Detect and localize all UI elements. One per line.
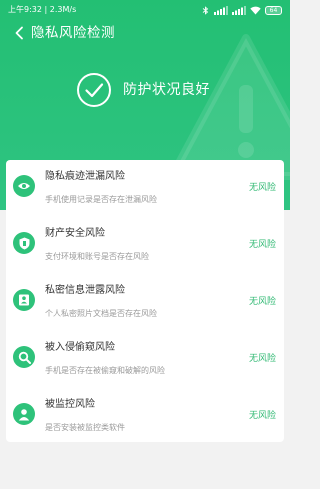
risk-item-property-safety[interactable]: 财产安全风险 支付环境和账号是否存在风险 无风险 — [6, 217, 284, 273]
check-circle-icon — [77, 73, 111, 107]
status-time-speed: 上午9:32 | 2.3M/s — [8, 5, 77, 14]
risk-status: 无风险 — [248, 240, 276, 250]
risk-status: 无风险 — [248, 411, 276, 421]
risk-item-intrusion[interactable]: 被入侵偷窥风险 手机是否存在被偷窥和破解的风险 无风险 — [6, 331, 284, 387]
risk-description: 支付环境和账号是否存在风险 — [45, 252, 149, 261]
title-bar: 隐私风险检测 — [0, 20, 290, 46]
signal-icon — [232, 5, 246, 15]
risk-title: 被监控风险 — [45, 399, 95, 410]
wifi-icon — [250, 6, 261, 14]
risk-title: 财产安全风险 — [45, 228, 105, 239]
page-title: 隐私风险检测 — [31, 25, 115, 41]
risk-description: 手机是否存在被偷窥和破解的风险 — [45, 366, 165, 375]
protection-status: 防护状况良好 — [0, 70, 290, 114]
bluetooth-icon — [202, 5, 209, 15]
chevron-left-icon — [15, 26, 23, 40]
status-bar: 上午9:32 | 2.3M/s 64 — [0, 0, 290, 20]
search-icon — [13, 346, 35, 368]
id-card-icon — [13, 289, 35, 311]
eye-icon — [13, 175, 35, 197]
person-icon — [13, 403, 35, 425]
status-icons: 64 — [201, 0, 282, 20]
risk-description: 是否安装被监控类软件 — [45, 423, 125, 432]
risk-title: 被入侵偷窥风险 — [45, 342, 115, 353]
page-bottom — [0, 442, 290, 489]
risk-status: 无风险 — [248, 297, 276, 307]
protection-status-text: 防护状况良好 — [123, 82, 210, 98]
risk-title: 私密信息泄露风险 — [45, 285, 125, 296]
risk-list: 隐私痕迹泄漏风险 手机使用记录是否存在泄漏风险 无风险 财产安全风险 支付环境和… — [6, 160, 284, 442]
risk-description: 手机使用记录是否存在泄漏风险 — [45, 195, 157, 204]
battery-icon: 64 — [265, 5, 282, 15]
shield-icon — [13, 232, 35, 254]
risk-description: 个人私密照片文档是否存在风险 — [45, 309, 157, 318]
risk-title: 隐私痕迹泄漏风险 — [45, 171, 125, 182]
signal-icon — [214, 5, 228, 15]
risk-status: 无风险 — [248, 183, 276, 193]
risk-item-monitoring[interactable]: 被监控风险 是否安装被监控类软件 无风险 — [6, 388, 284, 444]
back-button[interactable] — [10, 23, 28, 43]
risk-item-private-info[interactable]: 私密信息泄露风险 个人私密照片文档是否存在风险 无风险 — [6, 274, 284, 330]
risk-item-privacy-trace[interactable]: 隐私痕迹泄漏风险 手机使用记录是否存在泄漏风险 无风险 — [6, 160, 284, 216]
risk-status: 无风险 — [248, 354, 276, 364]
